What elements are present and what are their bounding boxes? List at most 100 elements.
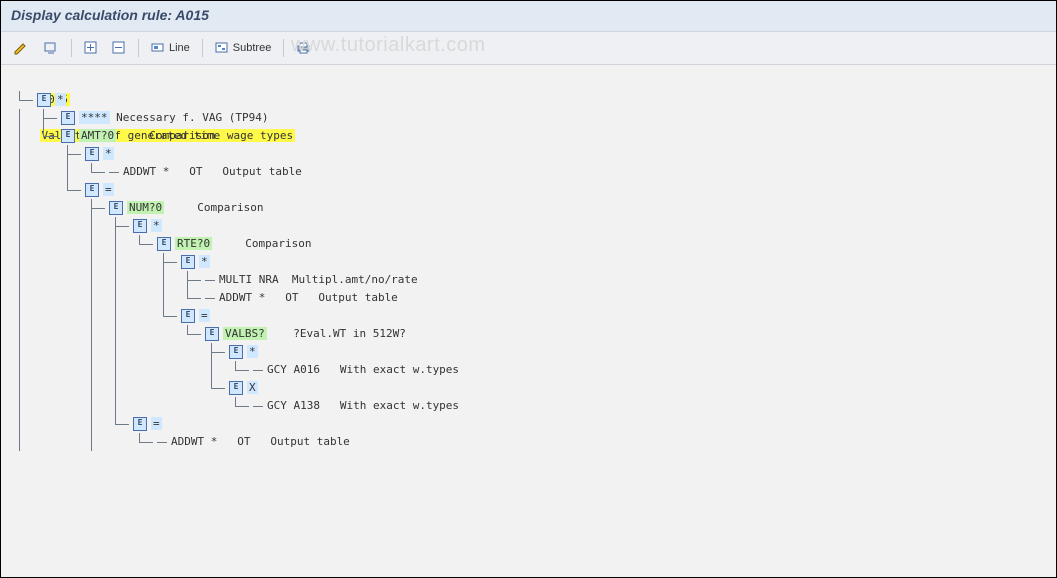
expand-handle-icon[interactable]: E [61, 111, 75, 125]
tree-row[interactable]: E* [13, 145, 1044, 163]
tree-connector [13, 397, 37, 415]
tree-connector [85, 235, 109, 253]
tree-row[interactable]: ENUM?0 Comparison [13, 199, 1044, 217]
tree-connector [133, 271, 157, 289]
tree-connector [37, 397, 61, 415]
tree-node-token: NUM?0 [127, 201, 164, 214]
tree-root[interactable]: A015 Valuation of generated time wage ty… [13, 73, 1044, 91]
tree-connector [13, 433, 37, 451]
tree-row[interactable]: E* [13, 253, 1044, 271]
expand-handle-icon[interactable]: E [85, 183, 99, 197]
tree-connector [37, 199, 61, 217]
tree-connector [37, 379, 61, 397]
tree-node-token: * [199, 255, 210, 268]
tree-row[interactable]: E**** Necessary f. VAG (TP94) [13, 109, 1044, 127]
tree-connector [133, 361, 157, 379]
tree-row[interactable]: E* [13, 217, 1044, 235]
tree-row[interactable]: E= [13, 415, 1044, 433]
tree-connector [13, 325, 37, 343]
tree-connector [85, 271, 109, 289]
tree-row[interactable]: E* [13, 91, 1044, 109]
tree-row[interactable]: E= [13, 307, 1044, 325]
expand-handle-icon[interactable]: E [157, 237, 171, 251]
tree-connector [61, 217, 85, 235]
tree-connector [13, 235, 37, 253]
expand-handle-icon[interactable]: E [181, 255, 195, 269]
tree-connector [13, 307, 37, 325]
tree-connector [85, 325, 109, 343]
expand-handle-icon[interactable]: E [37, 93, 51, 107]
tree-connector [37, 127, 61, 145]
tree-row[interactable]: ADDWT * OT Output table [13, 433, 1044, 451]
subtree-button[interactable]: Subtree [211, 39, 276, 57]
tree-node-desc: Comparison [245, 237, 311, 250]
tree-leaf-code: GCY A016 With exact w.types [267, 363, 459, 376]
tree-connector [205, 343, 229, 361]
tree-row[interactable]: GCY A016 With exact w.types [13, 361, 1044, 379]
tree-node-token: * [151, 219, 162, 232]
tree-row[interactable]: EAMT?0 Comparison [13, 127, 1044, 145]
tree-connector [181, 343, 205, 361]
tree-connector [85, 379, 109, 397]
tree-connector [157, 271, 181, 289]
tree-connector [85, 307, 109, 325]
tree-row[interactable]: E* [13, 343, 1044, 361]
tree-node-desc: Necessary f. VAG (TP94) [116, 111, 268, 124]
tree-row[interactable]: GCY A138 With exact w.types [13, 397, 1044, 415]
tree-connector [109, 217, 133, 235]
expand-handle-icon[interactable]: E [133, 417, 147, 431]
spacer [267, 327, 294, 340]
tree-connector [61, 307, 85, 325]
tree-row[interactable]: MULTI NRA Multipl.amt/no/rate [13, 271, 1044, 289]
tree-node-token: VALBS? [223, 327, 267, 340]
collapse-icon[interactable] [108, 39, 130, 57]
tree-connector [109, 271, 133, 289]
tree-connector [37, 145, 61, 163]
tree-connector [37, 235, 61, 253]
expand-handle-icon[interactable]: E [85, 147, 99, 161]
edit-icon[interactable] [9, 39, 33, 57]
expand-handle-icon[interactable]: E [229, 345, 243, 359]
tree-connector [133, 343, 157, 361]
expand-handle-icon[interactable]: E [61, 129, 75, 143]
tree-connector [13, 145, 37, 163]
tree-connector [229, 361, 253, 379]
leaf-connector [253, 370, 263, 371]
expand-handle-icon[interactable]: E [181, 309, 195, 323]
tree-connector [205, 397, 229, 415]
tree-connector [13, 199, 37, 217]
tree-row[interactable]: ADDWT * OT Output table [13, 289, 1044, 307]
line-button[interactable]: Line [147, 39, 194, 57]
tree-connector [61, 199, 85, 217]
tree-row[interactable]: E= [13, 181, 1044, 199]
leaf-connector [253, 406, 263, 407]
expand-handle-icon[interactable]: E [133, 219, 147, 233]
tree-connector [85, 415, 109, 433]
tree-connector [61, 415, 85, 433]
tree-node-token: X [247, 381, 258, 394]
tree-connector [61, 325, 85, 343]
toolbar-separator [283, 39, 284, 57]
expand-handle-icon[interactable]: E [205, 327, 219, 341]
tree-connector [133, 379, 157, 397]
tree-connector [37, 181, 61, 199]
other-tool-icon[interactable] [39, 39, 63, 57]
tree-row[interactable]: ERTE?0 Comparison [13, 235, 1044, 253]
tree-connector [37, 325, 61, 343]
leaf-connector [157, 442, 167, 443]
tree-node-desc: Comparison [149, 129, 215, 142]
tree-connector [37, 253, 61, 271]
expand-icon[interactable] [80, 39, 102, 57]
tree-row[interactable]: ADDWT * OT Output table [13, 163, 1044, 181]
tree-connector [157, 379, 181, 397]
tree-connector [37, 433, 61, 451]
tree-connector [157, 361, 181, 379]
tree-connector [181, 397, 205, 415]
expand-handle-icon[interactable]: E [109, 201, 123, 215]
tree-leaf-code: ADDWT * OT Output table [171, 435, 350, 448]
leaf-connector [205, 280, 215, 281]
expand-handle-icon[interactable]: E [229, 381, 243, 395]
tree-row[interactable]: EVALBS? ?Eval.WT in 512W? [13, 325, 1044, 343]
tree-row[interactable]: EX [13, 379, 1044, 397]
print-icon[interactable] [292, 39, 316, 57]
